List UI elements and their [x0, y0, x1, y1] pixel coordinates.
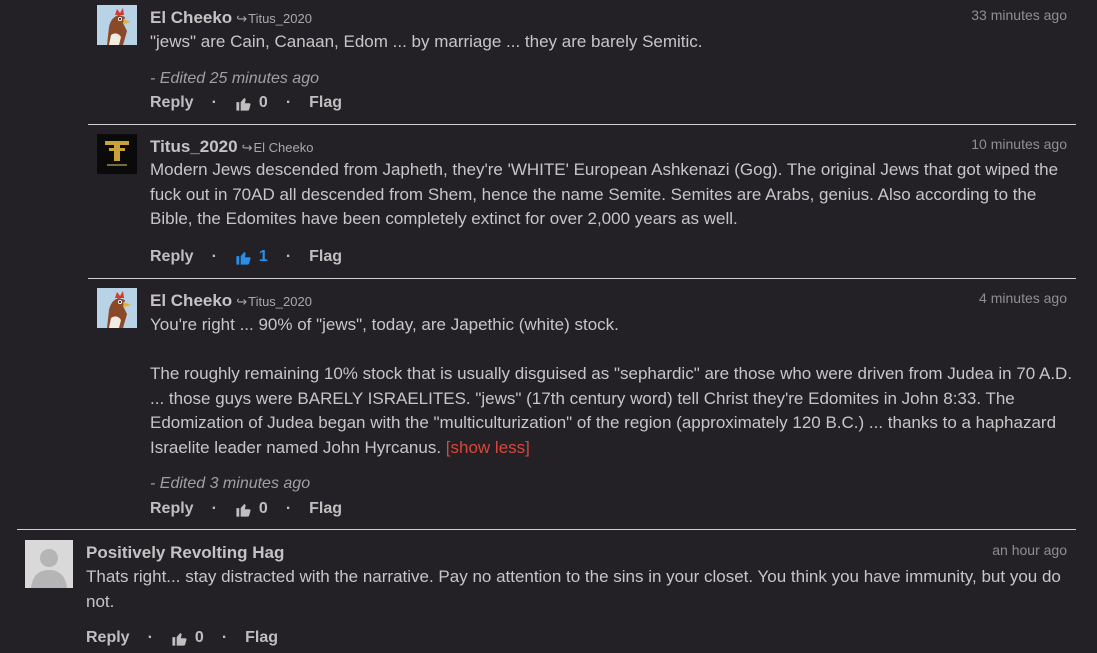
- like-button[interactable]: 1: [235, 248, 268, 266]
- comment-text: Thats right... stay distracted with the …: [86, 565, 1076, 614]
- flag-button[interactable]: Flag: [245, 629, 278, 647]
- separator-dot: ·: [147, 629, 153, 646]
- avatar-titus[interactable]: [97, 134, 137, 174]
- reply-to-name[interactable]: El Cheeko: [253, 140, 313, 155]
- avatar-rooster[interactable]: [97, 5, 137, 45]
- comment-paragraph: Thats right... stay distracted with the …: [86, 567, 1061, 611]
- comment-paragraph: The roughly remaining 10% stock that is …: [150, 362, 1075, 460]
- author-name[interactable]: El Cheeko: [150, 8, 232, 27]
- comment-text: "jews" are Cain, Canaan, Edom ... by mar…: [150, 30, 1070, 55]
- separator-dot: ·: [285, 500, 292, 517]
- comment-author[interactable]: El Cheeko ↪Titus_2020: [150, 291, 312, 311]
- separator-dot: ·: [211, 500, 217, 517]
- like-count: 0: [258, 500, 268, 517]
- reply-button[interactable]: Reply: [150, 248, 194, 266]
- comment: Titus_2020 ↪El Cheeko 10 minutes ago Mode…: [0, 125, 1097, 277]
- like-button[interactable]: 0: [171, 629, 204, 647]
- flag-button[interactable]: Flag: [309, 248, 342, 266]
- thumbs-up-icon: [236, 97, 251, 111]
- reply-to[interactable]: ↪El Cheeko: [242, 140, 314, 155]
- like-button[interactable]: 0: [235, 500, 268, 518]
- like-count: 0: [194, 629, 204, 646]
- cross-logo-avatar-icon: [97, 134, 137, 174]
- rooster-avatar-icon: [97, 5, 137, 45]
- like-button[interactable]: 0: [235, 94, 268, 112]
- edited-note: - Edited 3 minutes ago: [150, 475, 311, 492]
- comment-actions: Reply · 0 · Flag: [150, 94, 342, 112]
- edited-note: - Edited 25 minutes ago: [150, 70, 319, 87]
- comment-thread: El Cheeko ↪Titus_2020 33 minutes ago "jew…: [0, 0, 1097, 653]
- reply-to[interactable]: ↪Titus_2020: [236, 11, 312, 26]
- separator-dot: ·: [285, 248, 292, 265]
- comment-paragraph-text: The roughly remaining 10% stock that is …: [150, 364, 1073, 457]
- author-name[interactable]: El Cheeko: [150, 291, 232, 310]
- show-less-link[interactable]: [show less]: [446, 438, 530, 457]
- flag-button[interactable]: Flag: [309, 94, 342, 112]
- avatar-default[interactable]: [25, 540, 73, 588]
- separator-dot: ·: [221, 629, 228, 646]
- comment-actions: Reply · 1 · Flag: [150, 248, 342, 266]
- comment-paragraph: Modern Jews descended from Japheth, they…: [150, 160, 1059, 228]
- comment-timestamp[interactable]: 10 minutes ago: [971, 136, 1067, 152]
- default-user-avatar-icon: [25, 540, 73, 588]
- comment-paragraph: "jews" are Cain, Canaan, Edom ... by mar…: [150, 32, 703, 51]
- thumbs-up-icon: [172, 632, 187, 646]
- reply-arrow-icon: ↪: [236, 294, 248, 309]
- comment: El Cheeko ↪Titus_2020 33 minutes ago "jew…: [0, 0, 1097, 120]
- comment-paragraph: You're right ... 90% of "jews", today, a…: [150, 315, 619, 334]
- reply-button[interactable]: Reply: [150, 94, 194, 112]
- comment-text: Modern Jews descended from Japheth, they…: [150, 158, 1075, 232]
- comment-timestamp[interactable]: an hour ago: [992, 542, 1067, 558]
- thumbs-up-icon: [236, 503, 251, 517]
- flag-button[interactable]: Flag: [309, 500, 342, 518]
- author-name[interactable]: Titus_2020: [150, 137, 238, 156]
- comment-author[interactable]: Positively Revolting Hag: [86, 543, 284, 563]
- author-name[interactable]: Positively Revolting Hag: [86, 543, 284, 562]
- comment-author[interactable]: Titus_2020 ↪El Cheeko: [150, 137, 313, 157]
- rooster-avatar-icon: [97, 288, 137, 328]
- reply-to[interactable]: ↪Titus_2020: [236, 294, 312, 309]
- comment-timestamp[interactable]: 4 minutes ago: [979, 290, 1067, 306]
- avatar-rooster[interactable]: [97, 288, 137, 328]
- reply-to-name[interactable]: Titus_2020: [248, 11, 312, 26]
- reply-arrow-icon: ↪: [236, 11, 248, 26]
- comment: Positively Revolting Hag an hour ago Tha…: [0, 530, 1097, 653]
- like-count: 0: [258, 94, 268, 111]
- separator-dot: ·: [211, 94, 217, 111]
- separator-dot: ·: [211, 248, 217, 265]
- reply-button[interactable]: Reply: [150, 500, 194, 518]
- separator-dot: ·: [285, 94, 292, 111]
- comment-text: You're right ... 90% of "jews", today, a…: [150, 313, 1075, 460]
- comment-actions: Reply · 0 · Flag: [86, 629, 278, 647]
- reply-arrow-icon: ↪: [241, 140, 253, 155]
- reply-button[interactable]: Reply: [86, 629, 130, 647]
- reply-to-name[interactable]: Titus_2020: [248, 294, 312, 309]
- comment-author[interactable]: El Cheeko ↪Titus_2020: [150, 8, 312, 28]
- like-count: 1: [258, 248, 268, 265]
- comment: El Cheeko ↪Titus_2020 4 minutes ago You'r…: [0, 279, 1097, 529]
- comment-actions: Reply · 0 · Flag: [150, 500, 342, 518]
- thumbs-up-icon: [236, 251, 251, 265]
- comment-timestamp[interactable]: 33 minutes ago: [971, 7, 1067, 23]
